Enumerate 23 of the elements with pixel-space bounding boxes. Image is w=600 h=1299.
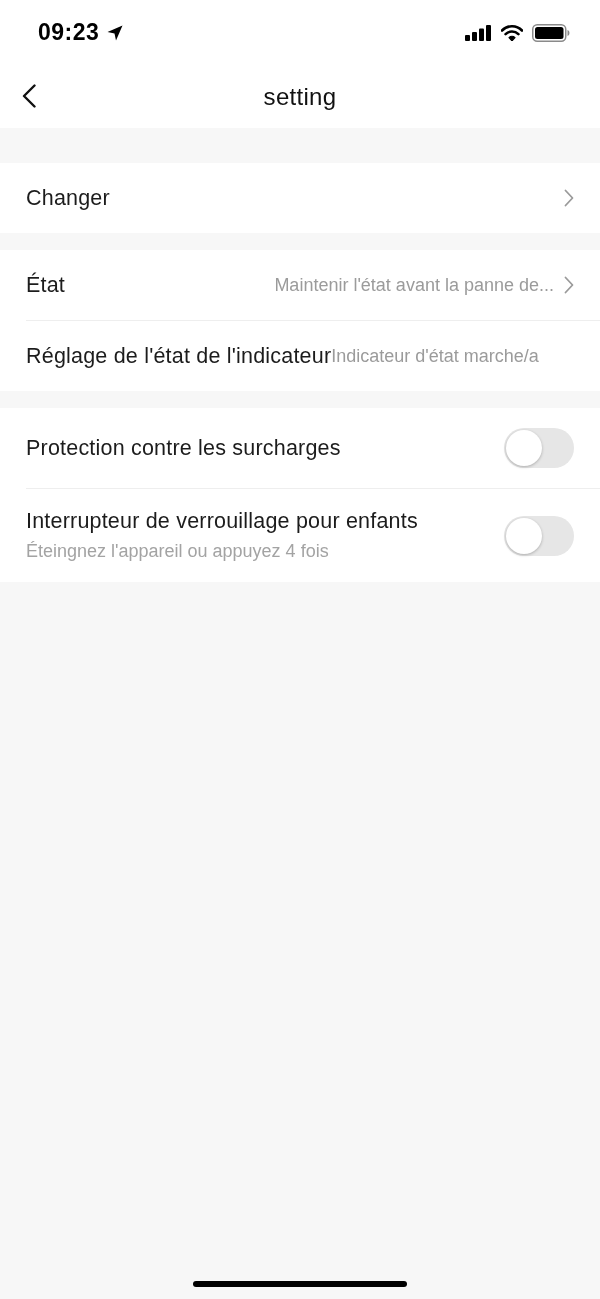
battery-icon xyxy=(532,23,570,42)
location-arrow-icon xyxy=(107,24,124,41)
toggle-switch[interactable] xyxy=(504,515,574,556)
page-title: setting xyxy=(263,82,337,111)
settings-row[interactable]: État Maintenir l'état avant la panne de... xyxy=(0,250,600,320)
signal-icon xyxy=(465,24,492,41)
chevron-right-icon xyxy=(564,189,574,207)
row-value: Maintenir l'état avant la panne de... xyxy=(274,274,554,296)
row-value: Indicateur d'état marche/a xyxy=(331,345,539,367)
row-label: Protection contre les surcharges xyxy=(26,435,341,461)
chevron-left-icon xyxy=(22,84,36,108)
back-button[interactable] xyxy=(22,84,36,108)
row-label: Changer xyxy=(26,185,110,211)
chevron-right-icon xyxy=(564,276,574,294)
row-label: État xyxy=(26,272,66,298)
settings-row[interactable]: Réglage de l'état de l'indicateurIndicateur d'état marche/a xyxy=(0,321,600,391)
settings-row[interactable]: Changer xyxy=(0,163,600,233)
toggle-switch[interactable] xyxy=(504,428,574,468)
row-label: Réglage de l'état de l'indicateur xyxy=(26,343,332,369)
row-label: Interrupteur de verrouillage pour enfants xyxy=(26,509,418,534)
row-subtitle: Éteingnez l'appareil ou appuyez 4 fois xyxy=(26,541,329,562)
wifi-icon xyxy=(501,24,523,41)
status-time: 09:23 xyxy=(38,19,100,46)
